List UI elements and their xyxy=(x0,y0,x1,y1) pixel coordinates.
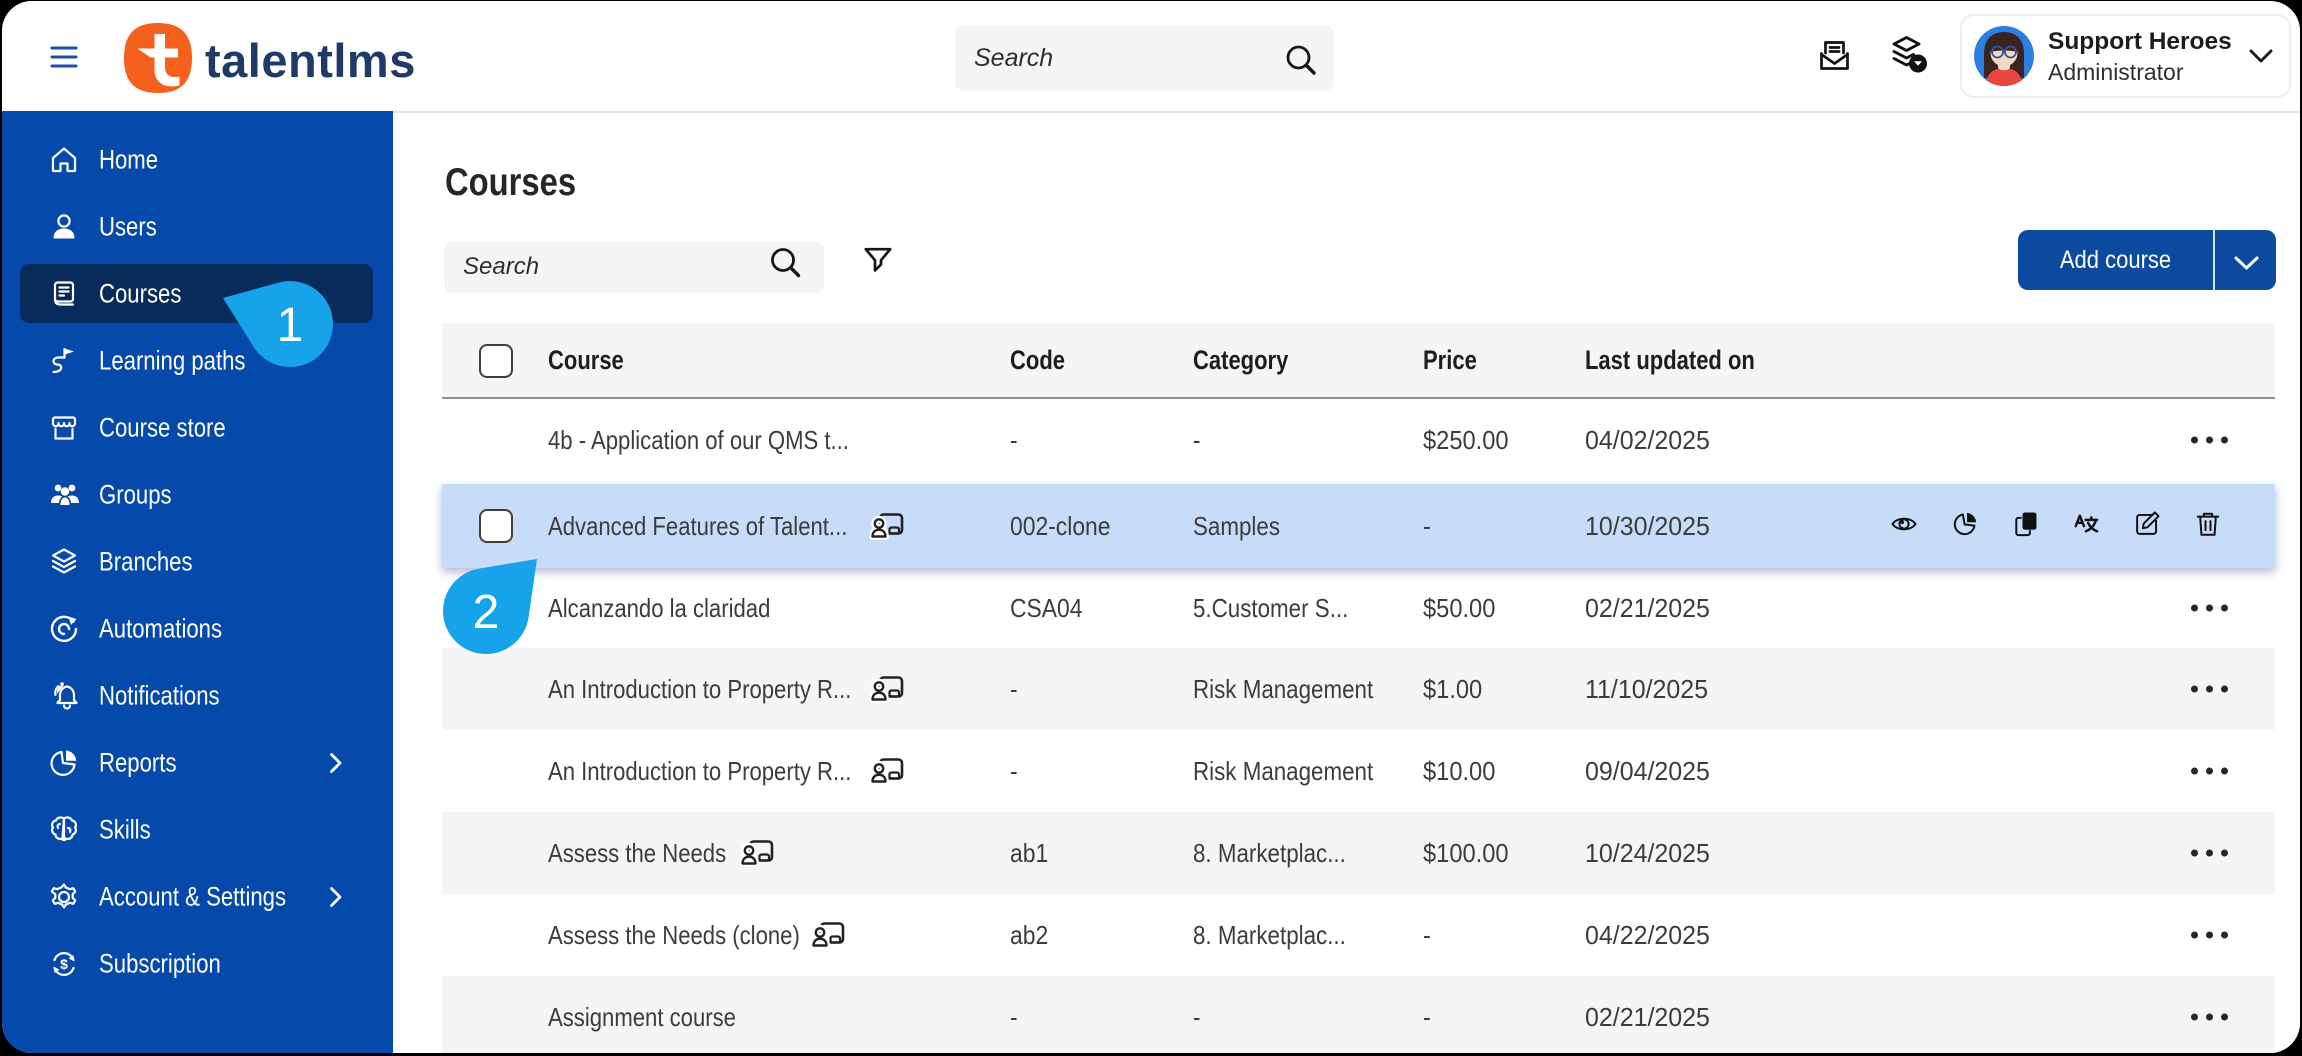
svg-text:$: $ xyxy=(60,956,68,972)
